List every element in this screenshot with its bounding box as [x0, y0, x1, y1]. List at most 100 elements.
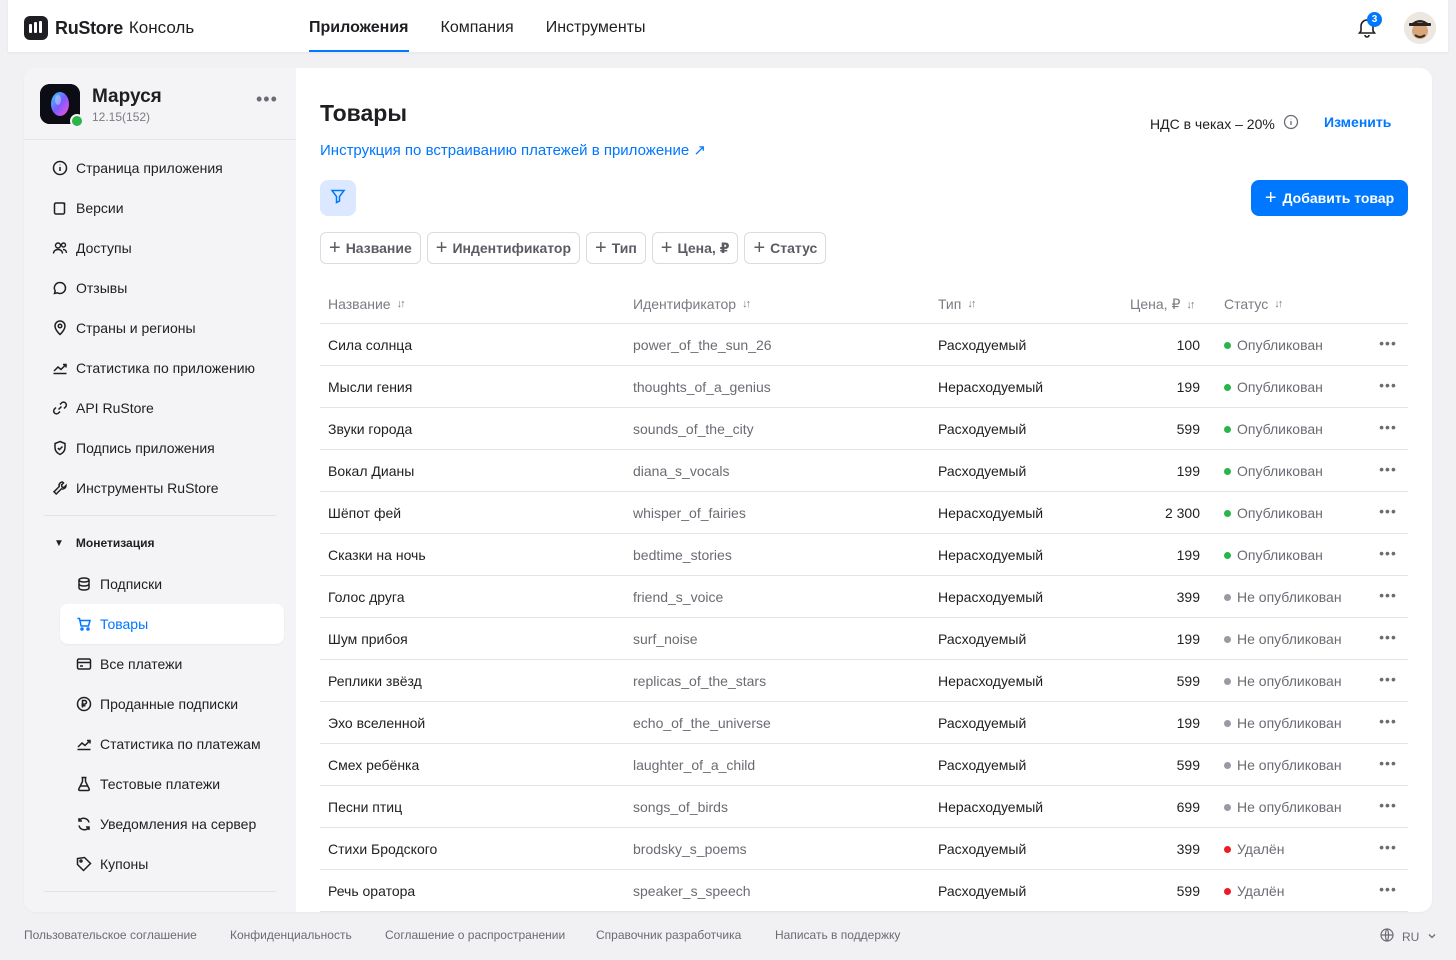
footer-link-support[interactable]: Написать в поддержку	[775, 928, 900, 942]
footer-link-distribution-agreement[interactable]: Соглашение о распространении	[385, 928, 565, 942]
sidebar-item-app-stats[interactable]: Статистика по приложению	[52, 348, 255, 388]
column-header-name[interactable]: Название ↓↑	[328, 296, 406, 312]
product-identifier: speaker_s_speech	[633, 883, 751, 899]
filter-chip-price[interactable]: + Цена, ₽	[651, 232, 739, 264]
row-more-button[interactable]: •••	[1376, 377, 1400, 397]
nav-tab-company[interactable]: Компания	[441, 0, 514, 52]
table-row[interactable]: Шёпот фей whisper_of_fairies Нерасходуемый…	[320, 492, 1408, 534]
row-more-button[interactable]: •••	[1376, 587, 1400, 607]
user-avatar[interactable]	[1404, 12, 1436, 44]
sidebar-item-products[interactable]: Товары	[60, 604, 284, 644]
sidebar-item-sold-subscriptions[interactable]: Проданные подписки	[76, 684, 238, 724]
table-row[interactable]: Сказки на ночь bedtime_stories Нерасходуем…	[320, 534, 1408, 576]
row-more-button[interactable]: •••	[1376, 881, 1400, 901]
sidebar-item-countries[interactable]: Страны и регионы	[52, 308, 196, 348]
table-row[interactable]: Реплики звёзд replicas_of_the_stars Нерасх…	[320, 660, 1408, 702]
sidebar-item-app-signature[interactable]: Подпись приложения	[52, 428, 215, 468]
column-header-status[interactable]: Статус ↓↑	[1224, 296, 1283, 312]
table-row[interactable]: Речь оратора speaker_s_speech Расходуемый 5…	[320, 870, 1408, 912]
sidebar-item-server-notifications[interactable]: Уведомления на сервер	[76, 804, 256, 844]
add-product-button[interactable]: + Добавить товар	[1251, 180, 1408, 216]
table-row[interactable]: Мысли гения thoughts_of_a_genius Нерасходу…	[320, 366, 1408, 408]
sidebar-item-tools[interactable]: Инструменты RuStore	[52, 468, 219, 508]
content-card: Маруся 12.15(152) ••• Страница приложени…	[24, 68, 1432, 912]
row-more-button[interactable]: •••	[1376, 755, 1400, 775]
product-type: Расходуемый	[938, 463, 1027, 479]
product-price: 100	[1176, 337, 1200, 353]
sidebar-item-label: Страница приложения	[76, 160, 223, 176]
row-more-button[interactable]: •••	[1376, 713, 1400, 733]
status-label: Не опубликован	[1237, 631, 1342, 647]
sidebar-item-all-payments[interactable]: Все платежи	[76, 644, 182, 684]
row-more-button[interactable]: •••	[1376, 671, 1400, 691]
sidebar-item-label: Статистика по приложению	[76, 360, 256, 376]
filter-chip-name[interactable]: + Название	[320, 232, 421, 264]
table-row[interactable]: Смех ребёнка laughter_of_a_child Расходуем…	[320, 744, 1408, 786]
product-price: 399	[1176, 841, 1200, 857]
payments-guide-link[interactable]: Инструкция по встраиванию платежей в при…	[320, 141, 706, 159]
table-row[interactable]: Голос друга friend_s_voice Нерасходуемый 39…	[320, 576, 1408, 618]
sidebar-item-reviews[interactable]: Отзывы	[52, 268, 127, 308]
row-more-button[interactable]: •••	[1376, 797, 1400, 817]
nav-tab-tools[interactable]: Инструменты	[546, 0, 646, 52]
row-more-button[interactable]: •••	[1376, 545, 1400, 565]
table-body: Сила солнца power_of_the_sun_26 Расходуемы…	[320, 324, 1408, 912]
row-more-button[interactable]: •••	[1376, 629, 1400, 649]
sidebar-item-app-page[interactable]: Страница приложения	[52, 148, 223, 188]
row-more-button[interactable]: •••	[1376, 419, 1400, 439]
row-more-button[interactable]: •••	[1376, 461, 1400, 481]
column-header-type[interactable]: Тип ↓↑	[938, 296, 976, 312]
app-more-button[interactable]: •••	[256, 90, 277, 112]
status-dot-icon	[1224, 845, 1231, 853]
table-row[interactable]: Звуки города sounds_of_the_city Расходуемы…	[320, 408, 1408, 450]
row-more-button[interactable]: •••	[1376, 335, 1400, 355]
column-label: Цена, ₽	[1130, 296, 1181, 312]
vat-change-link[interactable]: Изменить	[1324, 114, 1391, 130]
sidebar-item-access[interactable]: Доступы	[52, 228, 132, 268]
app-version: 12.15(152)	[92, 110, 151, 124]
monetization-section-toggle[interactable]: ▼ Монетизация	[54, 536, 155, 550]
language-selector[interactable]: RU	[1376, 928, 1441, 945]
column-header-price[interactable]: Цена, ₽ ↓↑	[1130, 296, 1195, 313]
users-icon	[52, 240, 68, 256]
product-identifier: surf_noise	[633, 631, 698, 647]
nav-tab-apps[interactable]: Приложения	[309, 0, 409, 52]
filter-chip-identifier[interactable]: + Индентификатор	[426, 232, 581, 264]
product-name: Песни птиц	[328, 799, 403, 815]
status-dot-icon	[1224, 719, 1231, 727]
row-more-button[interactable]: •••	[1376, 839, 1400, 859]
sidebar-divider	[44, 515, 276, 516]
footer-link-user-agreement[interactable]: Пользовательское соглашение	[24, 928, 197, 942]
row-more-button[interactable]: •••	[1376, 503, 1400, 523]
coin-icon	[76, 696, 92, 712]
sidebar-item-label: Тестовые платежи	[100, 776, 221, 792]
product-type: Нерасходуемый	[938, 673, 1044, 689]
filter-button[interactable]	[320, 180, 356, 216]
vat-text: НДС в чеках – 20%	[1150, 115, 1275, 132]
product-status: Опубликован	[1224, 463, 1323, 479]
sidebar-item-versions[interactable]: Версии	[52, 188, 124, 228]
sidebar-item-test-payments[interactable]: Тестовые платежи	[76, 764, 220, 804]
filter-chip-status[interactable]: + Статус	[744, 232, 827, 264]
product-status: Не опубликован	[1224, 673, 1342, 689]
status-dot-icon	[1224, 425, 1231, 433]
table-row[interactable]: Вокал Дианы diana_s_vocals Расходуемый 199 О…	[320, 450, 1408, 492]
status-label: Опубликован	[1237, 547, 1323, 563]
sidebar-item-payment-stats[interactable]: Статистика по платежам	[76, 724, 261, 764]
info-icon[interactable]	[1283, 114, 1299, 133]
footer-link-developer-guide[interactable]: Справочник разработчика	[596, 928, 741, 942]
sidebar-item-coupons[interactable]: Купоны	[76, 844, 148, 884]
filter-chip-type[interactable]: + Тип	[586, 232, 646, 264]
rustore-logo[interactable]: RuStore Консоль	[24, 16, 194, 40]
sidebar-item-api[interactable]: API RuStore	[52, 388, 154, 428]
table-row[interactable]: Сила солнца power_of_the_sun_26 Расходуемы…	[320, 324, 1408, 366]
sidebar-item-subscriptions[interactable]: Подписки	[76, 564, 162, 604]
table-row[interactable]: Стихи Бродского brodsky_s_poems Расходуемы…	[320, 828, 1408, 870]
column-header-identifier[interactable]: Идентификатор ↓↑	[633, 296, 751, 312]
footer-link-privacy[interactable]: Конфиденциальность	[230, 928, 352, 942]
table-row[interactable]: Шум прибоя surf_noise Расходуемый 199 Не опу…	[320, 618, 1408, 660]
status-label: Опубликован	[1237, 463, 1323, 479]
product-type: Нерасходуемый	[938, 379, 1044, 395]
table-row[interactable]: Песни птиц songs_of_birds Нерасходуемый 699…	[320, 786, 1408, 828]
table-row[interactable]: Эхо вселенной echo_of_the_universe Расходу…	[320, 702, 1408, 744]
